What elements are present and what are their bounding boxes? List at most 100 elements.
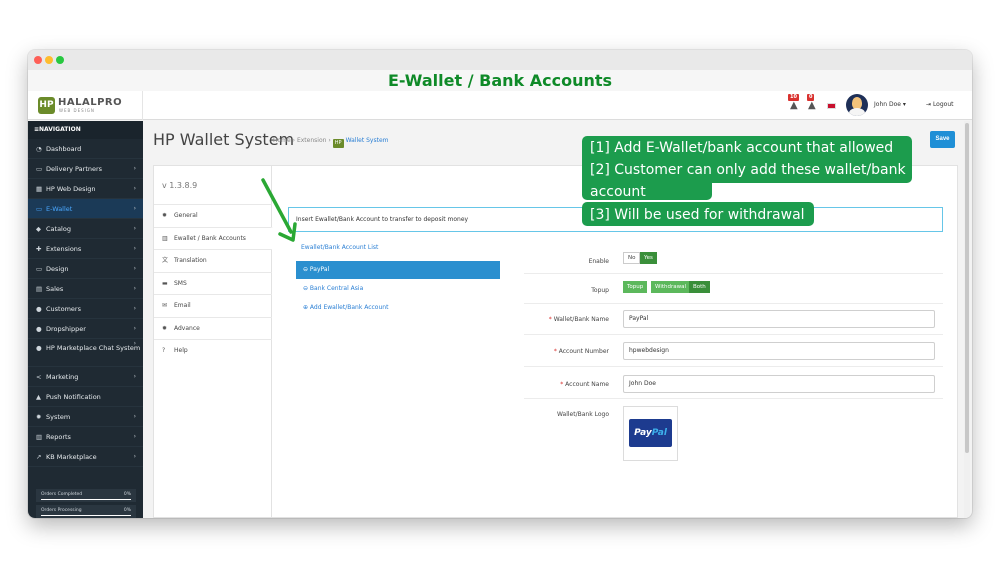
logo[interactable]: HP HALALPRO WEB DESIGN bbox=[28, 91, 143, 120]
topup-option-topup[interactable]: Topup bbox=[623, 281, 648, 293]
sms-icon: ▬ bbox=[162, 279, 168, 287]
bell-icon[interactable]: ▲ bbox=[808, 100, 817, 112]
sidebar-item-design[interactable]: ▭ Design › bbox=[28, 259, 143, 279]
add-account-link[interactable]: ⊕ Add Ewallet/Bank Account bbox=[296, 299, 500, 317]
user-icon: ● bbox=[36, 305, 42, 313]
chevron-right-icon: › bbox=[133, 413, 136, 420]
tab-general[interactable]: ✹ General bbox=[154, 204, 272, 226]
sidebar-item-delivery-partners[interactable]: ▭ Delivery Partners › bbox=[28, 159, 143, 179]
sidebar-item-marketing[interactable]: < Marketing › bbox=[28, 367, 143, 387]
sidebar-item-label: Marketing bbox=[46, 373, 79, 381]
notification-badge: 10 bbox=[788, 94, 799, 101]
chevron-right-icon: › bbox=[133, 433, 136, 440]
bar-chart-icon: ▥ bbox=[36, 433, 43, 441]
tab-help[interactable]: ? Help bbox=[154, 339, 272, 361]
tab-label: Advance bbox=[174, 324, 200, 332]
tab-email[interactable]: ✉ Email bbox=[154, 294, 272, 316]
breadcrumb-home[interactable]: Home bbox=[273, 137, 291, 144]
language-flag-icon[interactable] bbox=[827, 103, 836, 109]
sidebar-item-label: Design bbox=[46, 265, 69, 273]
enable-label: Enable bbox=[588, 258, 609, 265]
maximize-window-dot[interactable] bbox=[56, 56, 64, 64]
tab-label: SMS bbox=[174, 279, 187, 287]
window-titlebar bbox=[28, 50, 972, 70]
divider bbox=[524, 273, 943, 274]
grid-icon: ▦ bbox=[36, 185, 43, 193]
paypal-logo: PayPal bbox=[629, 419, 672, 447]
sidebar-item-hp-web-design[interactable]: ▦ HP Web Design › bbox=[28, 179, 143, 199]
sidebar: ≡NAVIGATION ◔ Dashboard ▭ Delivery Partners… bbox=[28, 121, 143, 518]
enable-no-toggle[interactable]: No bbox=[623, 252, 641, 264]
sidebar-item-push-notification[interactable]: ▲ Push Notification bbox=[28, 387, 143, 407]
chat-icon: ● bbox=[36, 344, 42, 352]
sidebar-item-label: Catalog bbox=[46, 225, 71, 233]
chevron-right-icon: › bbox=[133, 325, 136, 332]
breadcrumb-separator: › bbox=[292, 137, 296, 144]
tab-sms[interactable]: ▬ SMS bbox=[154, 271, 272, 294]
user-menu[interactable]: John Doe ▾ bbox=[874, 101, 906, 108]
sidebar-item-sales[interactable]: ▤ Sales › bbox=[28, 279, 143, 299]
bank-icon: ▥ bbox=[162, 234, 168, 242]
topup-option-withdrawal[interactable]: Withdrawal bbox=[651, 281, 691, 293]
sidebar-item-label: Extensions bbox=[46, 245, 82, 253]
users-icon: ● bbox=[36, 325, 42, 333]
annotation-line-2b: account bbox=[590, 184, 646, 200]
translate-icon: 文 bbox=[162, 257, 169, 264]
tab-translation[interactable]: 文 Translation bbox=[154, 249, 272, 271]
account-number-input[interactable]: hpwebdesign bbox=[623, 342, 935, 360]
nav-heading: ≡NAVIGATION bbox=[28, 121, 143, 139]
minimize-window-dot[interactable] bbox=[45, 56, 53, 64]
sidebar-item-kb-marketplace[interactable]: ↗ KB Marketplace › bbox=[28, 447, 143, 467]
email-icon: ✉ bbox=[162, 302, 168, 309]
sidebar-item-system[interactable]: ✹ System › bbox=[28, 407, 143, 427]
browser-window: E-Wallet / Bank Accounts HP HALALPRO WEB… bbox=[28, 50, 972, 518]
sidebar-item-label: Customers bbox=[46, 305, 81, 313]
tab-label: Help bbox=[174, 347, 188, 354]
sidebar-item-catalog[interactable]: ◆ Catalog › bbox=[28, 219, 143, 239]
truck-icon: ▭ bbox=[36, 165, 43, 173]
account-list-title[interactable]: Ewallet/Bank Account List bbox=[301, 244, 378, 251]
account-name-input[interactable]: John Doe bbox=[623, 375, 935, 393]
annotation-line-1: [1] Add E-Wallet/bank account that allow… bbox=[590, 140, 894, 156]
sidebar-item-e-wallet[interactable]: ▭ E-Wallet › bbox=[28, 199, 143, 219]
breadcrumb: Home › Extension › HP Wallet System bbox=[273, 137, 389, 148]
enable-yes-toggle[interactable]: Yes bbox=[640, 252, 657, 264]
tab-ewallet-bank-accounts[interactable]: ▥ Ewallet / Bank Accounts bbox=[154, 226, 273, 249]
close-window-dot[interactable] bbox=[34, 56, 42, 64]
chevron-right-icon: › bbox=[133, 165, 136, 172]
line-chart-icon: ↗ bbox=[36, 453, 42, 461]
sidebar-item-customers[interactable]: ● Customers › bbox=[28, 299, 143, 319]
sidebar-item-dropshipper[interactable]: ● Dropshipper › bbox=[28, 319, 143, 339]
topup-option-both[interactable]: Both bbox=[689, 281, 710, 293]
cogs-icon: ✹ bbox=[162, 324, 168, 332]
scrollbar[interactable] bbox=[964, 121, 970, 518]
share-icon: < bbox=[36, 373, 42, 381]
avatar[interactable] bbox=[846, 94, 868, 116]
chevron-right-icon: › bbox=[133, 340, 136, 347]
breadcrumb-extension[interactable]: Extension bbox=[297, 137, 326, 144]
wallet-name-label: * Wallet/Bank Name bbox=[548, 316, 609, 323]
notification-badge: 0 bbox=[807, 94, 815, 101]
breadcrumb-separator: › bbox=[328, 137, 331, 144]
cart-icon: ▤ bbox=[36, 285, 43, 293]
account-item-paypal[interactable]: ⊖ PayPal bbox=[296, 261, 500, 279]
sidebar-item-label: HP Web Design bbox=[46, 185, 96, 193]
version-label: v 1.3.8.9 bbox=[162, 181, 198, 190]
sidebar-item-hp-marketplace-chat-system[interactable]: ● HP Marketplace Chat System › bbox=[28, 339, 143, 367]
tab-advance[interactable]: ✹ Advance bbox=[154, 316, 272, 339]
bell-icon[interactable]: ▲ bbox=[790, 100, 799, 112]
gear-icon: ✹ bbox=[162, 212, 168, 219]
breadcrumb-current[interactable]: Wallet System bbox=[346, 137, 389, 144]
logout-link[interactable]: ⇥ Logout bbox=[926, 101, 953, 108]
sidebar-item-reports[interactable]: ▥ Reports › bbox=[28, 427, 143, 447]
order-stat-bar bbox=[41, 515, 131, 516]
wallet-name-input[interactable]: PayPal bbox=[623, 310, 935, 328]
chevron-right-icon: › bbox=[133, 185, 136, 192]
gear-icon: ✹ bbox=[36, 413, 42, 421]
account-item-bca[interactable]: ⊖ Bank Central Asia bbox=[296, 280, 500, 298]
wallet-logo-image[interactable]: PayPal bbox=[623, 406, 678, 461]
save-button[interactable]: Save bbox=[930, 131, 955, 148]
sidebar-item-extensions[interactable]: ✚ Extensions › bbox=[28, 239, 143, 259]
sidebar-item-dashboard[interactable]: ◔ Dashboard bbox=[28, 139, 143, 159]
sidebar-item-label: Dashboard bbox=[46, 145, 82, 153]
